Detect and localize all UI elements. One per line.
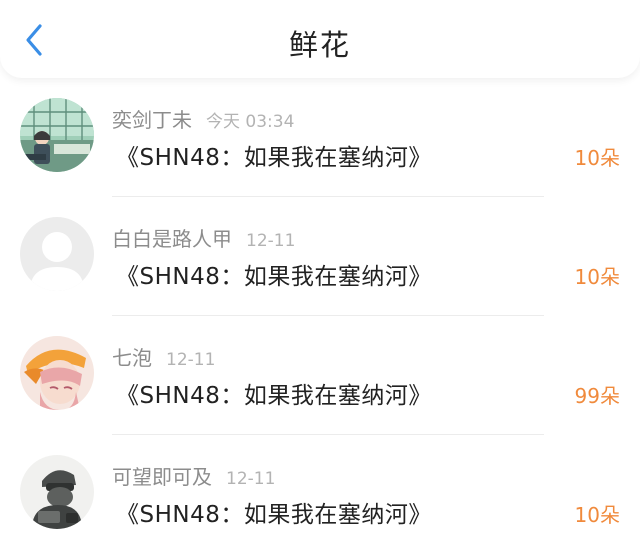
user-name-text[interactable]: 可望即可及 bbox=[112, 465, 212, 489]
flower-count: 10朵 bbox=[574, 146, 620, 170]
user-avatar[interactable] bbox=[20, 98, 94, 172]
divider bbox=[112, 434, 544, 435]
flower-count: 10朵 bbox=[574, 503, 620, 527]
user-name-text[interactable]: 白白是路人甲 bbox=[112, 227, 232, 251]
book-title[interactable]: 《SHN48：如果我在塞纳河》 bbox=[116, 257, 432, 291]
timestamp: 12-11 bbox=[166, 350, 216, 370]
timestamp: 12-11 bbox=[246, 231, 296, 251]
user-name[interactable]: 七泡 12-11 bbox=[112, 342, 215, 371]
timestamp: 今天 03:34 bbox=[206, 112, 295, 132]
user-avatar[interactable] bbox=[20, 336, 94, 410]
flower-count: 99朵 bbox=[574, 384, 620, 408]
top-bar: 鲜花 bbox=[0, 0, 640, 78]
list-item[interactable]: 七泡 12-11 《SHN48：如果我在塞纳河》 99朵 bbox=[0, 318, 640, 437]
divider bbox=[112, 315, 544, 316]
page-title: 鲜花 bbox=[288, 28, 351, 62]
avatar-anime-girl-helmet bbox=[20, 336, 94, 410]
book-title[interactable]: 《SHN48：如果我在塞纳河》 bbox=[116, 376, 432, 410]
divider bbox=[112, 196, 544, 197]
list-item[interactable]: 可望即可及 12-11 《SHN48：如果我在塞纳河》 10朵 bbox=[0, 437, 640, 556]
book-title[interactable]: 《SHN48：如果我在塞纳河》 bbox=[116, 495, 432, 529]
list-item[interactable]: 白白是路人甲 12-11 《SHN48：如果我在塞纳河》 10朵 bbox=[0, 199, 640, 318]
flower-count: 10朵 bbox=[574, 265, 620, 289]
flower-list: 奕剑丁未 今天 03:34 《SHN48：如果我在塞纳河》 10朵 白白是路人甲 1… bbox=[0, 80, 640, 556]
user-name[interactable]: 白白是路人甲 12-11 bbox=[112, 223, 295, 252]
avatar-illustration-girl-window bbox=[20, 98, 94, 172]
user-name-text[interactable]: 七泡 bbox=[112, 346, 152, 370]
list-item[interactable]: 奕剑丁未 今天 03:34 《SHN48：如果我在塞纳河》 10朵 bbox=[0, 80, 640, 199]
user-name[interactable]: 奕剑丁未 今天 03:34 bbox=[112, 104, 294, 133]
avatar-soldier-helmet bbox=[20, 455, 94, 529]
user-avatar[interactable] bbox=[20, 455, 94, 529]
avatar-default-silhouette bbox=[20, 217, 94, 291]
user-name-text[interactable]: 奕剑丁未 bbox=[112, 108, 192, 132]
book-title[interactable]: 《SHN48：如果我在塞纳河》 bbox=[116, 138, 432, 172]
user-name[interactable]: 可望即可及 12-11 bbox=[112, 461, 275, 490]
timestamp: 12-11 bbox=[226, 469, 276, 489]
user-avatar[interactable] bbox=[20, 217, 94, 291]
